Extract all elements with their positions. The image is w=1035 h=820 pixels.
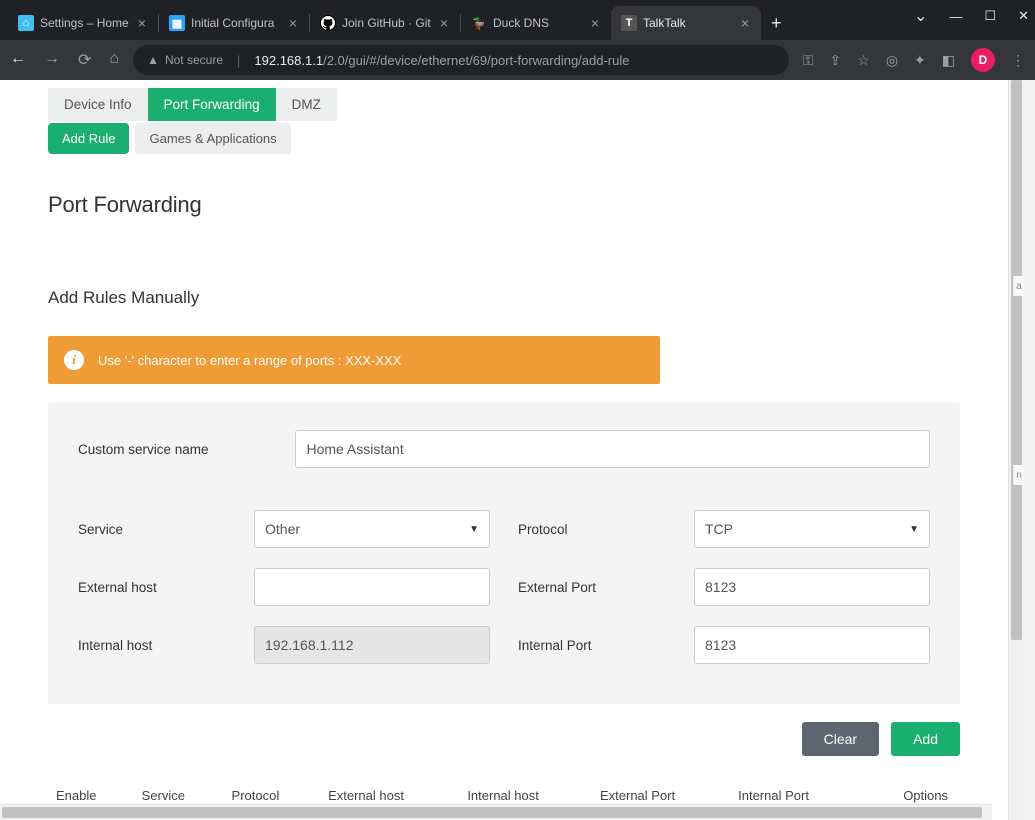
warning-icon: ▲ [147, 53, 159, 67]
close-icon[interactable]: × [287, 15, 299, 31]
extensions-icon[interactable]: ✦ [914, 52, 926, 69]
tab-port-forwarding[interactable]: Port Forwarding [148, 88, 276, 121]
url-domain: 192.168.1.1 [254, 53, 323, 68]
custom-service-name-input[interactable] [295, 430, 930, 468]
key-icon[interactable]: ⚿ [803, 52, 814, 69]
vertical-scrollbar[interactable]: a n [1008, 80, 1024, 820]
close-icon[interactable]: × [589, 15, 601, 31]
info-banner: i Use '-' character to enter a range of … [48, 336, 660, 384]
url-path: /2.0/gui/#/device/ethernet/69/port-forwa… [323, 53, 629, 68]
caret-down-icon: ▼ [909, 524, 919, 535]
device-tabs: Device Info Port Forwarding DMZ [48, 88, 960, 121]
shield-icon[interactable]: ◎ [886, 52, 898, 69]
close-window-icon[interactable]: ✕ [1018, 8, 1029, 24]
new-tab-button[interactable]: + [761, 13, 792, 34]
clear-button[interactable]: Clear [802, 722, 879, 756]
profile-avatar[interactable]: D [971, 48, 995, 72]
info-icon: i [64, 350, 84, 370]
caret-down-icon: ▼ [469, 524, 479, 535]
service-select[interactable]: Other ▼ [254, 510, 490, 548]
sidepanel-icon[interactable]: ◧ [942, 52, 955, 69]
tab-title: TalkTalk [643, 16, 733, 30]
subtabs: Add Rule Games & Applications [48, 123, 960, 154]
duck-icon: 🦆 [471, 15, 487, 31]
talktalk-icon: T [621, 15, 637, 31]
browser-tab-strip: ⌂ Settings – Home × ▦ Initial Configura … [0, 0, 1035, 40]
close-icon[interactable]: × [136, 15, 148, 31]
maximize-icon[interactable]: ☐ [984, 8, 996, 24]
close-icon[interactable]: × [438, 15, 450, 31]
horizontal-scrollbar[interactable] [0, 804, 992, 820]
protocol-label: Protocol [518, 522, 694, 537]
browser-tab[interactable]: ⌂ Settings – Home × [8, 6, 158, 40]
close-icon[interactable]: × [739, 15, 751, 31]
info-text: Use '-' character to enter a range of po… [98, 353, 401, 368]
page-icon: ▦ [169, 15, 185, 31]
tab-title: Join GitHub · Git [342, 16, 432, 30]
forward-icon[interactable]: → [44, 50, 60, 70]
internal-port-label: Internal Port [518, 638, 694, 653]
github-icon [320, 15, 336, 31]
external-host-input[interactable] [254, 568, 490, 606]
section-title: Add Rules Manually [48, 288, 960, 308]
chevron-down-icon[interactable]: ⌄ [914, 6, 927, 26]
not-secure-indicator: ▲ Not secure [147, 53, 223, 67]
tab-title: Settings – Home [40, 16, 130, 30]
external-port-label: External Port [518, 580, 694, 595]
internal-host-label: Internal host [78, 638, 254, 653]
browser-tab[interactable]: ▦ Initial Configura × [159, 6, 309, 40]
protocol-select[interactable]: TCP ▼ [694, 510, 930, 548]
service-label: Service [78, 522, 254, 537]
external-host-label: External host [78, 580, 254, 595]
subtab-add-rule[interactable]: Add Rule [48, 123, 129, 154]
address-bar[interactable]: ▲ Not secure | 192.168.1.1/2.0/gui/#/dev… [133, 45, 789, 75]
window-controls: ⌄ — ☐ ✕ [914, 6, 1029, 26]
external-port-input[interactable] [694, 568, 930, 606]
add-button[interactable]: Add [891, 722, 960, 756]
reload-icon[interactable]: ⟳ [78, 50, 91, 70]
internal-host-input[interactable] [254, 626, 490, 664]
star-icon[interactable]: ☆ [857, 52, 870, 69]
internal-port-input[interactable] [694, 626, 930, 664]
rule-form: Custom service name Service Other ▼ Prot… [48, 402, 960, 704]
browser-tab-active[interactable]: T TalkTalk × [611, 6, 761, 40]
tab-title: Duck DNS [493, 16, 583, 30]
browser-toolbar: ← → ⟳ ⌂ ▲ Not secure | 192.168.1.1/2.0/g… [0, 40, 1035, 80]
home-icon[interactable]: ⌂ [109, 50, 119, 70]
tab-title: Initial Configura [191, 16, 281, 30]
custom-service-name-label: Custom service name [78, 442, 295, 457]
back-icon[interactable]: ← [10, 50, 26, 70]
subtab-games-applications[interactable]: Games & Applications [135, 123, 290, 154]
minimize-icon[interactable]: — [949, 9, 962, 24]
tab-device-info[interactable]: Device Info [48, 88, 148, 121]
share-icon[interactable]: ⇪ [830, 52, 842, 69]
menu-icon[interactable]: ⋮ [1011, 52, 1025, 69]
page-title: Port Forwarding [48, 192, 960, 218]
browser-tab[interactable]: Join GitHub · Git × [310, 6, 460, 40]
home-assistant-icon: ⌂ [18, 15, 34, 31]
browser-tab[interactable]: 🦆 Duck DNS × [461, 6, 611, 40]
tab-dmz[interactable]: DMZ [276, 88, 337, 121]
